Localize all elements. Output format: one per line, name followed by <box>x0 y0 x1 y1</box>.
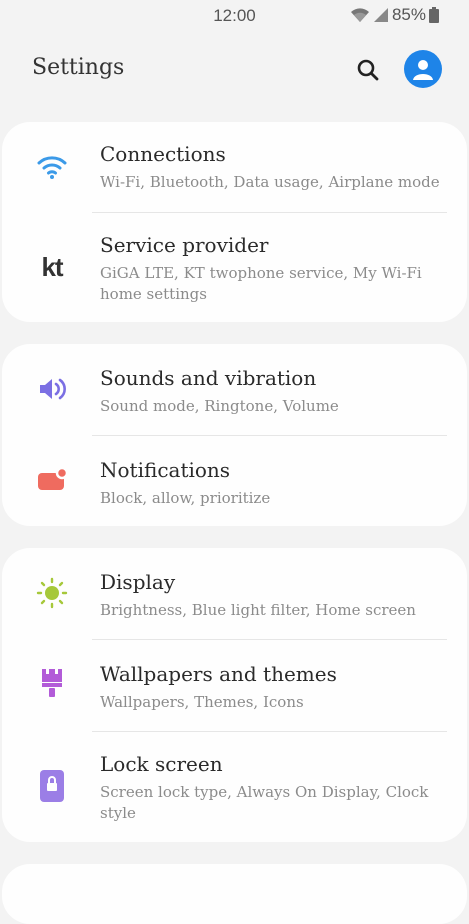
settings-item-service-provider[interactable]: kt Service provider GiGA LTE, KT twophon… <box>2 213 467 322</box>
speaker-icon <box>32 369 72 409</box>
settings-item-sounds-and-vibration[interactable]: Sounds and vibration Sound mode, Rington… <box>2 344 467 436</box>
settings-item-title: Sounds and vibration <box>100 366 317 390</box>
settings-item-title: Display <box>100 570 176 594</box>
account-button[interactable] <box>404 50 442 88</box>
settings-item-subtitle: Wi-Fi, Bluetooth, Data usage, Airplane m… <box>100 173 440 191</box>
settings-group-connectivity: Connections Wi-Fi, Bluetooth, Data usage… <box>2 122 467 322</box>
settings-item-subtitle: Sound mode, Ringtone, Volume <box>100 397 339 415</box>
settings-item-title: Service provider <box>100 233 269 257</box>
search-icon <box>357 59 379 81</box>
settings-item-subtitle: Screen lock type, Always On Display, Clo… <box>100 783 429 822</box>
account-icon <box>413 60 433 80</box>
settings-group-display: Display Brightness, Blue light filter, H… <box>2 548 467 842</box>
paintbrush-icon <box>32 662 72 702</box>
settings-item-subtitle: Block, allow, prioritize <box>100 489 271 507</box>
page-title: Settings <box>32 55 125 80</box>
settings-item-subtitle: Brightness, Blue light filter, Home scre… <box>100 601 416 619</box>
battery-icon <box>429 7 439 23</box>
settings-item-notifications[interactable]: Notifications Block, allow, prioritize <box>2 436 467 526</box>
settings-item-title: Connections <box>100 142 226 166</box>
battery-percent: 85% <box>391 5 426 24</box>
app-header: Settings <box>0 40 469 100</box>
status-indicators: 85% <box>350 5 439 25</box>
kt-logo-text: kt <box>41 251 63 282</box>
settings-item-title: Wallpapers and themes <box>100 662 337 686</box>
settings-item-display[interactable]: Display Brightness, Blue light filter, H… <box>2 548 467 640</box>
settings-item-connections[interactable]: Connections Wi-Fi, Bluetooth, Data usage… <box>2 122 467 214</box>
cell-signal-icon <box>373 7 389 23</box>
wifi-icon <box>32 146 72 186</box>
settings-item-subtitle: GiGA LTE, KT twophone service, My Wi-Fi … <box>100 264 422 303</box>
settings-item-title: Notifications <box>100 458 231 482</box>
settings-item-wallpapers-and-themes[interactable]: Wallpapers and themes Wallpapers, Themes… <box>2 640 467 731</box>
sun-icon <box>32 573 72 613</box>
settings-item-lock-screen[interactable]: Lock screen Screen lock type, Always On … <box>2 732 467 842</box>
settings-item-title: Lock screen <box>100 752 223 776</box>
kt-logo-icon: kt <box>32 247 72 287</box>
status-bar: 12:00 85% <box>0 0 469 32</box>
wifi-signal-icon <box>350 7 370 23</box>
search-button[interactable] <box>350 52 386 88</box>
notification-icon <box>32 459 72 499</box>
settings-group-sounds: Sounds and vibration Sound mode, Rington… <box>2 344 467 526</box>
lock-screen-icon <box>32 766 72 806</box>
settings-group-partial <box>2 864 467 924</box>
settings-item-subtitle: Wallpapers, Themes, Icons <box>100 693 304 711</box>
